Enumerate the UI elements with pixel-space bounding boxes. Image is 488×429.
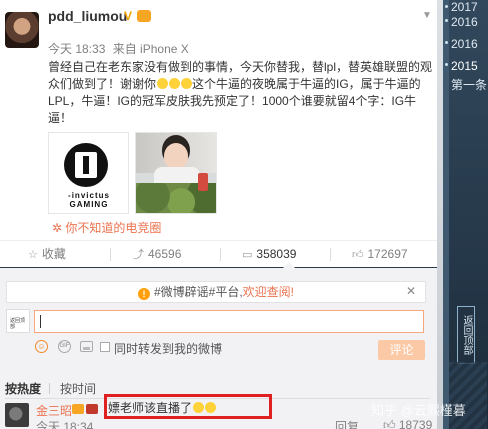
timeline-year[interactable]: 2016 xyxy=(451,37,478,51)
star-icon: ☆ xyxy=(28,249,38,261)
logo-text-line2: GAMING xyxy=(69,200,109,209)
timeline-current[interactable]: 第一条 xyxy=(451,76,487,93)
emoji-icon xyxy=(169,78,181,89)
comment-count: 358039 xyxy=(256,247,297,261)
author-avatar[interactable] xyxy=(5,12,39,48)
divider xyxy=(110,248,111,261)
photo-person-head xyxy=(164,143,188,169)
comment-input[interactable] xyxy=(34,310,424,333)
chevron-down-icon[interactable]: ▼ xyxy=(420,9,434,23)
comment-like-button[interactable]: 👍︎ 18739 xyxy=(383,418,432,429)
divider xyxy=(330,248,331,261)
thumbs-up-icon: 👍︎ xyxy=(352,249,364,261)
commenter-avatar[interactable] xyxy=(5,403,29,427)
emoji-icon xyxy=(181,78,193,89)
warning-icon: ! xyxy=(137,288,150,300)
timeline-dot xyxy=(445,19,448,22)
level-icon xyxy=(86,404,98,414)
forward-count: 46596 xyxy=(148,247,182,261)
notice-link[interactable]: 欢迎查阅! xyxy=(243,285,294,299)
timeline-dot xyxy=(445,41,448,44)
timeline-year[interactable]: 2016 xyxy=(451,15,478,29)
image-icon[interactable] xyxy=(80,341,93,352)
photo-can xyxy=(198,173,208,191)
timeline-dot xyxy=(445,63,448,66)
reply-button[interactable]: 回复 xyxy=(335,418,359,429)
forward-checkbox-label[interactable]: 同时转发到我的微博 xyxy=(114,340,222,357)
timeline-dot xyxy=(445,5,448,8)
divider xyxy=(220,248,221,261)
scrollbar[interactable] xyxy=(437,0,443,429)
post-source: 来自 iPhone X xyxy=(112,42,189,56)
watermark: 知乎 @云熙槿暮 xyxy=(371,403,466,418)
submit-comment-button[interactable]: 评论 xyxy=(378,340,425,360)
highlight-box xyxy=(104,394,272,419)
close-icon[interactable]: ✕ xyxy=(404,284,418,298)
sort-by-hot-tab[interactable]: 按热度 xyxy=(5,382,41,396)
like-count: 172697 xyxy=(367,247,408,261)
logo-text-line1: -invictus xyxy=(68,191,110,200)
commenter-name[interactable]: 金三昭 xyxy=(36,402,72,419)
back-to-top-button[interactable]: 返回顶部 xyxy=(457,306,475,364)
timeline-year[interactable]: 2015 xyxy=(451,59,478,73)
forward-button[interactable]: ⤴ 46596 xyxy=(133,241,181,268)
post-image-invictus-logo[interactable]: -invictus GAMING xyxy=(48,132,129,214)
sort-by-time-tab[interactable]: 按时间 xyxy=(60,382,96,396)
notice-text: #微博辟谣#平台, xyxy=(153,285,243,299)
comment-like-count: 18739 xyxy=(398,418,433,429)
favorite-label: 收藏 xyxy=(41,247,66,261)
favorite-button[interactable]: ☆ 收藏 xyxy=(28,241,66,268)
rumor-notice-banner: ! #微博辟谣#平台,欢迎查阅! xyxy=(6,281,426,303)
gif-icon[interactable]: GIF xyxy=(58,340,71,353)
my-avatar-text: 返回顶部 xyxy=(10,318,26,330)
timeline-sidebar: 2017 2016 2016 2015 第一条 返回顶部 xyxy=(443,0,488,429)
comment-time: 今天 18:34 xyxy=(36,420,94,429)
post-meta: 今天 18:33 来自 iPhone X xyxy=(48,40,193,57)
author-name[interactable]: pdd_liumou xyxy=(48,8,127,24)
comment-sort-tabs: 按热度 按时间 xyxy=(5,380,96,397)
like-button[interactable]: 👍︎ 172697 xyxy=(352,241,408,268)
emoji-icon[interactable]: ☺ xyxy=(35,340,48,353)
weibo-post-card: pdd_liumou V ▼ 今天 18:33 来自 iPhone X 曾经自己… xyxy=(0,0,443,266)
post-text: 曾经自己在老东家没有做到的事情，今天你替我，替lpl，替英雄联盟的观众们做到了！… xyxy=(48,59,432,127)
ig-logo-mark xyxy=(75,152,97,178)
topic-tag-link[interactable]: ✲ 你不知道的电竞圈 xyxy=(52,219,161,236)
text-caret xyxy=(40,315,41,328)
vip-icon xyxy=(72,404,84,414)
my-avatar: 返回顶部 xyxy=(6,309,30,333)
member-level-icon xyxy=(137,10,151,22)
emoji-icon xyxy=(157,78,169,89)
logo-text: -invictus GAMING xyxy=(53,191,125,209)
post-image-photo[interactable] xyxy=(135,132,217,214)
post-time[interactable]: 今天 18:33 xyxy=(48,42,105,56)
comment-icon: ▭ xyxy=(242,249,253,261)
topic-tag-label: 你不知道的电竞圈 xyxy=(65,221,162,235)
forward-checkbox[interactable] xyxy=(100,342,110,352)
forward-icon: ⤴ xyxy=(133,249,144,261)
timeline-year[interactable]: 2017 xyxy=(451,0,478,14)
post-action-bar: ☆ 收藏 ⤴ 46596 ▭ 358039 👍︎ 172697 xyxy=(0,240,443,267)
verified-v-icon: V xyxy=(123,9,132,23)
divider xyxy=(49,383,51,394)
commenter-badges xyxy=(72,403,100,415)
